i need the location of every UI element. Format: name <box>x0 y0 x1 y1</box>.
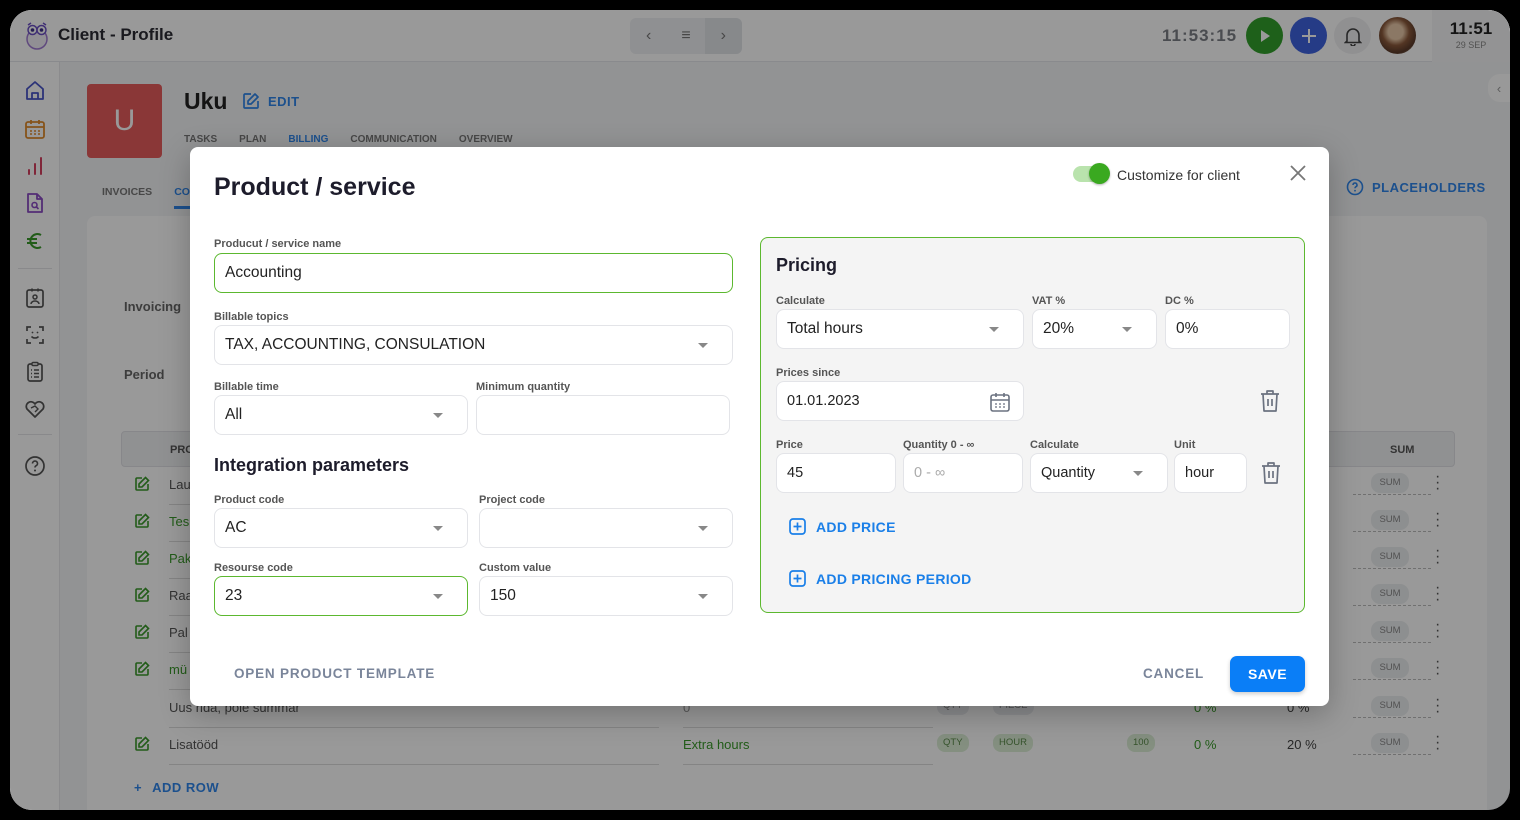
plus-square-icon <box>789 518 806 535</box>
vat-select[interactable]: 20% <box>1032 309 1157 349</box>
chevron-down-icon <box>698 594 708 599</box>
name-input[interactable]: Accounting <box>214 253 733 293</box>
name-value: Accounting <box>225 264 302 281</box>
delete-price-icon[interactable] <box>1260 461 1282 485</box>
vat-label: VAT % <box>1032 295 1066 307</box>
calc2-value: Quantity <box>1041 465 1095 481</box>
product-code-value: AC <box>225 519 247 536</box>
quantity-input[interactable]: 0 - ∞ <box>903 453 1023 493</box>
customize-toggle[interactable] <box>1073 163 1110 184</box>
calc2-label: Calculate <box>1030 439 1079 451</box>
chevron-down-icon <box>433 526 443 531</box>
topics-select[interactable]: TAX, ACCOUNTING, CONSULATION <box>214 325 733 365</box>
resource-code-label: Resourse code <box>214 562 293 574</box>
billable-time-value: All <box>225 406 243 423</box>
quantity-label: Quantity 0 - ∞ <box>903 439 975 451</box>
vat-value: 20% <box>1043 320 1075 337</box>
price-input[interactable]: 45 <box>776 453 896 493</box>
chevron-down-icon <box>433 413 443 418</box>
quantity-placeholder: 0 - ∞ <box>914 465 946 481</box>
min-qty-input[interactable] <box>476 395 730 435</box>
prices-since-label: Prices since <box>776 367 841 379</box>
unit-label: Unit <box>1174 439 1196 451</box>
chevron-down-icon <box>1133 471 1143 476</box>
project-code-label: Project code <box>479 494 546 506</box>
add-period-label: ADD PRICING PERIOD <box>816 570 972 587</box>
chevron-down-icon <box>989 327 999 332</box>
plus-square-icon <box>789 570 806 587</box>
close-icon <box>1290 165 1306 181</box>
dc-value: 0% <box>1176 320 1199 337</box>
name-label: Producut / service name <box>214 238 342 250</box>
calculate-select[interactable]: Total hours <box>776 309 1024 349</box>
unit-value: hour <box>1185 465 1215 481</box>
app-window: Client - Profile ‹ ≡ › 11:53:15 11:51 29… <box>10 10 1510 810</box>
dc-label: DC % <box>1165 295 1194 307</box>
custom-value-label: Custom value <box>479 562 552 574</box>
prices-since-input[interactable]: 01.01.2023 <box>776 381 1024 421</box>
add-price-label: ADD PRICE <box>816 518 896 535</box>
product-service-modal: Product / service Customize for client P… <box>190 147 1329 706</box>
save-button[interactable]: SAVE <box>1230 656 1305 692</box>
pricing-title: Pricing <box>776 255 838 275</box>
product-code-label: Product code <box>214 494 285 506</box>
chevron-down-icon <box>433 594 443 599</box>
chevron-down-icon <box>698 343 708 348</box>
close-button[interactable] <box>1290 163 1306 185</box>
calc2-select[interactable]: Quantity <box>1030 453 1168 493</box>
cancel-button[interactable]: CANCEL <box>1143 666 1204 681</box>
billable-time-select[interactable]: All <box>214 395 468 435</box>
min-qty-label: Minimum quantity <box>476 381 571 393</box>
price-label: Price <box>776 439 803 451</box>
price-value: 45 <box>787 465 804 481</box>
customize-label: Customize for client <box>1117 167 1240 183</box>
calculate-value: Total hours <box>787 320 863 337</box>
calendar-icon[interactable] <box>989 391 1011 413</box>
billable-time-label: Billable time <box>214 381 279 393</box>
topics-value: TAX, ACCOUNTING, CONSULATION <box>225 336 486 353</box>
pricing-panel: Pricing Calculate Total hours VAT % 20% … <box>760 237 1305 613</box>
custom-value-select[interactable]: 150 <box>479 576 733 616</box>
prices-since-value: 01.01.2023 <box>787 393 860 409</box>
topics-label: Billable topics <box>214 311 289 323</box>
resource-code-value: 23 <box>225 587 243 604</box>
open-product-template-button[interactable]: OPEN PRODUCT TEMPLATE <box>234 666 435 681</box>
unit-input[interactable]: hour <box>1174 453 1247 493</box>
chevron-down-icon <box>698 526 708 531</box>
project-code-select[interactable] <box>479 508 733 548</box>
delete-period-icon[interactable] <box>1259 389 1281 413</box>
dc-input[interactable]: 0% <box>1165 309 1290 349</box>
add-pricing-period-button[interactable]: ADD PRICING PERIOD <box>789 570 972 587</box>
calculate-label: Calculate <box>776 295 825 307</box>
add-price-button[interactable]: ADD PRICE <box>789 518 896 535</box>
resource-code-select[interactable]: 23 <box>214 576 468 616</box>
chevron-down-icon <box>1122 327 1132 332</box>
product-code-select[interactable]: AC <box>214 508 468 548</box>
modal-title: Product / service <box>214 173 416 201</box>
custom-value-value: 150 <box>490 587 516 604</box>
integration-title: Integration parameters <box>214 455 410 475</box>
